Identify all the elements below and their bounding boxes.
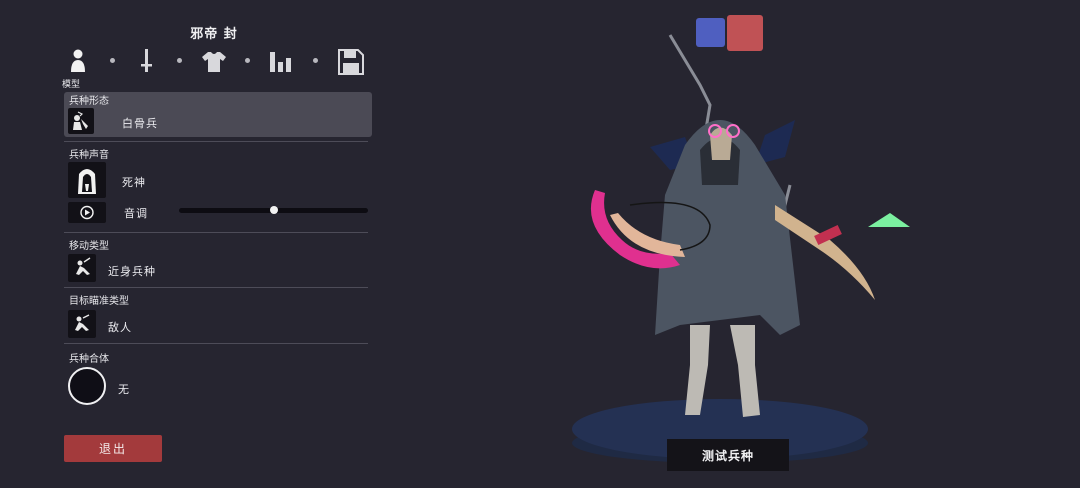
voice-play-button[interactable] xyxy=(68,202,106,223)
voice-select-button[interactable] xyxy=(68,162,106,198)
movement-value: 近身兵种 xyxy=(108,265,156,278)
skeleton-icon xyxy=(73,111,88,130)
editor-tabs: 模型 xyxy=(62,48,374,90)
targeting-value: 敌人 xyxy=(108,321,132,334)
unit-editor-panel: 邪帝 封 模型 兵种形态 白骨兵 兵种声音 死神 音调 移动类型 近身兵种 目标… xyxy=(0,0,380,488)
target-enemy-icon xyxy=(75,314,90,331)
play-icon xyxy=(80,205,94,220)
divider xyxy=(64,141,368,142)
tab-weapons[interactable] xyxy=(131,48,161,78)
stats-icon xyxy=(270,52,291,72)
green-marker xyxy=(868,213,910,227)
tab-separator-dot xyxy=(245,58,250,63)
voice-value: 死神 xyxy=(122,176,146,189)
tab-model-label: 模型 xyxy=(62,80,81,90)
tab-stats[interactable] xyxy=(267,48,297,78)
movement-select-button[interactable] xyxy=(68,254,96,282)
form-section-label: 兵种形态 xyxy=(69,96,109,107)
shirt-icon xyxy=(202,52,226,72)
tab-clothing[interactable] xyxy=(199,48,229,78)
form-value: 白骨兵 xyxy=(122,117,158,130)
tab-model[interactable]: 模型 xyxy=(62,48,94,90)
form-icon-box xyxy=(68,108,94,134)
tab-separator-dot xyxy=(177,58,182,63)
divider xyxy=(64,287,368,288)
exit-button[interactable]: 退出 xyxy=(64,435,162,462)
unit-name-title: 邪帝 封 xyxy=(190,27,238,42)
tab-separator-dot xyxy=(313,58,318,63)
test-unit-button[interactable]: 测试兵种 xyxy=(667,439,789,471)
voice-section-label: 兵种声音 xyxy=(69,150,109,161)
tab-save[interactable] xyxy=(336,48,366,78)
person-icon xyxy=(71,49,85,72)
save-icon xyxy=(338,49,364,75)
tab-separator-dot xyxy=(110,58,115,63)
unit-preview-scene xyxy=(572,34,910,463)
pitch-slider-thumb[interactable] xyxy=(269,206,278,214)
targeting-select-button[interactable] xyxy=(68,310,96,338)
combine-section-label: 兵种合体 xyxy=(69,354,109,365)
divider xyxy=(64,232,368,233)
pitch-label: 音调 xyxy=(124,207,148,220)
form-row[interactable] xyxy=(64,92,372,137)
targeting-section-label: 目标瞄准类型 xyxy=(69,296,129,307)
reaper-hood-icon xyxy=(78,169,96,194)
divider xyxy=(64,343,368,344)
combine-value: 无 xyxy=(118,383,130,396)
melee-icon xyxy=(76,257,91,275)
movement-section-label: 移动类型 xyxy=(69,241,109,252)
sword-icon xyxy=(141,49,152,72)
combine-select-button[interactable] xyxy=(68,367,106,405)
